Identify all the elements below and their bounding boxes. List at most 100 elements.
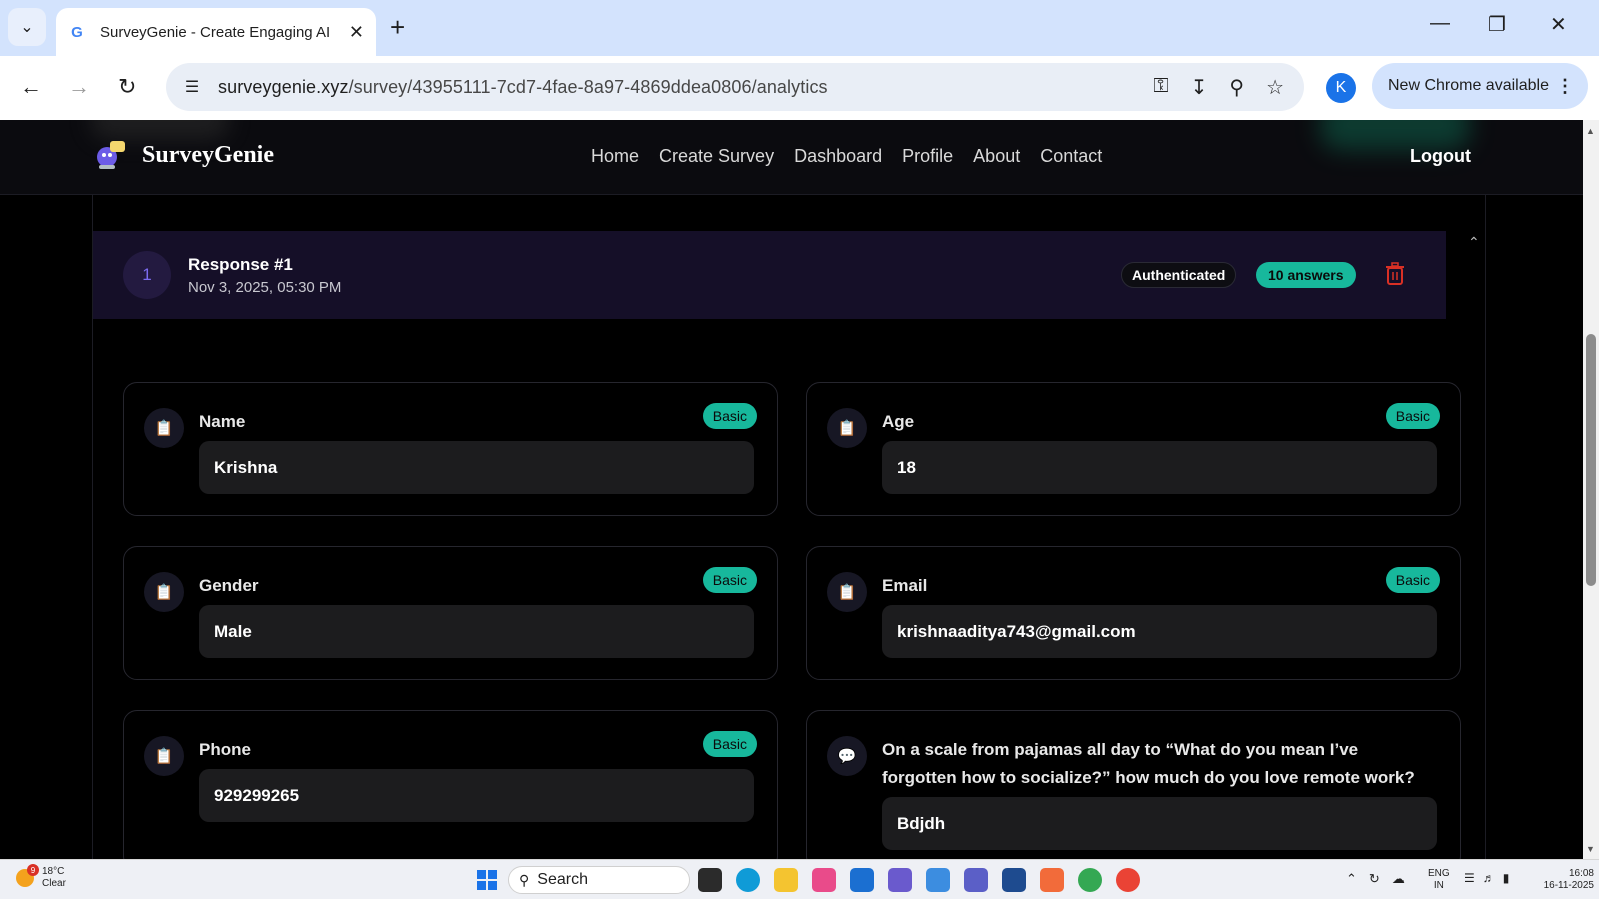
answer-value: 929299265: [199, 769, 754, 822]
windows-start-icon[interactable]: [477, 870, 497, 890]
scrollbar-thumb[interactable]: [1586, 334, 1596, 586]
scroll-down-icon[interactable]: ▼: [1586, 844, 1595, 854]
vscode-icon[interactable]: [1002, 868, 1026, 892]
language-indicator[interactable]: ENG IN: [1428, 868, 1450, 892]
url-host: surveygenie.xyz: [218, 76, 349, 97]
nav-dashboard[interactable]: Dashboard: [794, 146, 882, 167]
question-label: On a scale from pajamas all day to “What…: [882, 740, 1415, 787]
system-tray: ⌃ ↻ ☁: [1346, 871, 1405, 887]
profile-avatar[interactable]: K: [1326, 73, 1356, 103]
logout-button[interactable]: Logout: [1410, 146, 1471, 167]
bookmark-star-icon[interactable]: ☆: [1266, 75, 1284, 100]
battery-icon: ▮: [1502, 871, 1510, 885]
scroll-up-icon[interactable]: ▲: [1586, 126, 1595, 136]
update-label: New Chrome available: [1388, 77, 1549, 94]
question-type-badge: Basic: [702, 731, 757, 757]
google-favicon-icon: G: [71, 23, 83, 41]
weather-temp: 18°C: [42, 866, 65, 877]
game-app-icon[interactable]: [888, 868, 912, 892]
question-type-badge: Basic: [702, 567, 757, 593]
task-view-icon[interactable]: [698, 868, 722, 892]
language-code: ENG: [1428, 868, 1450, 879]
page-content: SurveyGenie Home Create Survey Dashboard…: [0, 120, 1583, 859]
clock-date: 16-11-2025: [1543, 880, 1594, 891]
key-icon[interactable]: ⚿: [1153, 75, 1168, 100]
trash-icon[interactable]: [1385, 262, 1405, 286]
question-label: Name: [199, 412, 246, 431]
store-icon[interactable]: [850, 868, 874, 892]
answer-value: 18: [882, 441, 1437, 494]
chevron-down-icon: ⌄: [20, 19, 34, 36]
chrome-profile-icon[interactable]: [1116, 868, 1140, 892]
minimize-button[interactable]: —: [1430, 12, 1450, 35]
response-date: Nov 3, 2025, 05:30 PM: [188, 279, 342, 296]
back-icon[interactable]: ←: [20, 74, 42, 100]
nav-create-survey[interactable]: Create Survey: [659, 146, 774, 167]
clipboard-icon: 📋: [144, 736, 184, 776]
cloud-off-icon[interactable]: ☁: [1392, 871, 1405, 887]
teams-icon[interactable]: [964, 868, 988, 892]
restore-button[interactable]: ❐: [1488, 12, 1506, 37]
status-icons[interactable]: ☰ ♬ ▮: [1464, 871, 1509, 885]
copilot-icon[interactable]: [812, 868, 836, 892]
answer-card: 💬 On a scale from pajamas all day to “Wh…: [806, 710, 1461, 859]
question-type-badge: Basic: [1385, 567, 1440, 593]
clipboard-icon: 📋: [144, 408, 184, 448]
response-title: Response #1: [188, 255, 293, 274]
weather-sun-icon: 9: [16, 864, 39, 887]
file-explorer-icon[interactable]: [774, 868, 798, 892]
decorative-glow: [90, 120, 230, 140]
question-label: Gender: [199, 576, 259, 595]
answer-value: Krishna: [199, 441, 754, 494]
sync-icon[interactable]: ↻: [1369, 871, 1380, 887]
authenticated-badge: Authenticated: [1121, 262, 1237, 288]
brand-name[interactable]: SurveyGenie: [142, 142, 274, 169]
new-tab-button[interactable]: +: [390, 12, 405, 42]
page-scrollbar[interactable]: ▲ ▼: [1583, 120, 1599, 859]
response-header[interactable]: 1 Response #1 Nov 3, 2025, 05:30 PM Auth…: [93, 231, 1446, 319]
nav-home[interactable]: Home: [591, 146, 639, 167]
volume-icon: ♬: [1482, 871, 1495, 885]
tab-close-icon[interactable]: ✕: [349, 22, 364, 43]
taskbar-search-label: Search: [537, 871, 588, 888]
nav-profile[interactable]: Profile: [902, 146, 953, 167]
forward-icon[interactable]: →: [68, 74, 90, 100]
answer-value: Bdjdh: [882, 797, 1437, 850]
install-app-icon[interactable]: ↧: [1191, 75, 1208, 100]
weather-alert-count: 9: [27, 864, 39, 876]
clock-time: 16:08: [1568, 868, 1594, 879]
more-menu-icon[interactable]: ⋮: [1556, 76, 1574, 97]
question-type-badge: Basic: [702, 403, 757, 429]
nav-about[interactable]: About: [973, 146, 1020, 167]
weather-widget[interactable]: 9 18°C Clear: [16, 864, 66, 890]
surveygenie-logo-icon[interactable]: [94, 138, 128, 172]
tab-search-button[interactable]: ⌄: [8, 8, 46, 46]
clipboard-icon: 📋: [144, 572, 184, 612]
close-window-button[interactable]: ✕: [1550, 12, 1567, 37]
edge-icon[interactable]: [736, 868, 760, 892]
browser-tab-active[interactable]: G SurveyGenie - Create Engaging AI ✕: [56, 8, 376, 56]
taskbar-apps: [698, 868, 1140, 892]
region-code: IN: [1433, 880, 1444, 891]
url-path: /survey/43955111-7cd7-4fae-8a97-4869ddea…: [348, 76, 828, 97]
chrome-update-button[interactable]: New Chrome available ⋮: [1372, 63, 1588, 109]
zoom-icon[interactable]: ⚲: [1229, 75, 1244, 100]
url-text[interactable]: surveygenie.xyz/survey/43955111-7cd7-4fa…: [218, 77, 828, 98]
sublime-icon[interactable]: [1040, 868, 1064, 892]
site-info-icon[interactable]: ☰: [180, 75, 204, 99]
response-number: 1: [123, 251, 171, 299]
tab-title: SurveyGenie - Create Engaging AI: [100, 23, 331, 41]
taskbar-search[interactable]: ⚲ Search: [508, 866, 690, 894]
answer-card: 📋 Name Basic Krishna: [123, 382, 778, 516]
windows-taskbar: 9 18°C Clear ⚲ Search ⌃ ↻ ☁ ENG IN ☰ ♬ ▮ …: [0, 859, 1599, 899]
chrome-icon[interactable]: [1078, 868, 1102, 892]
chevron-up-icon[interactable]: ⌃: [1468, 234, 1480, 251]
reload-icon[interactable]: ↻: [118, 74, 136, 100]
address-bar[interactable]: ☰ surveygenie.xyz/survey/43955111-7cd7-4…: [166, 63, 1304, 111]
answer-card: 📋 Email Basic krishnaaditya743@gmail.com: [806, 546, 1461, 680]
chevron-up-icon[interactable]: ⌃: [1346, 871, 1357, 887]
nav-contact[interactable]: Contact: [1040, 146, 1102, 167]
power-automate-icon[interactable]: [926, 868, 950, 892]
taskbar-clock[interactable]: 16:08 16-11-2025: [1542, 868, 1594, 892]
question-type-badge: Basic: [1385, 403, 1440, 429]
